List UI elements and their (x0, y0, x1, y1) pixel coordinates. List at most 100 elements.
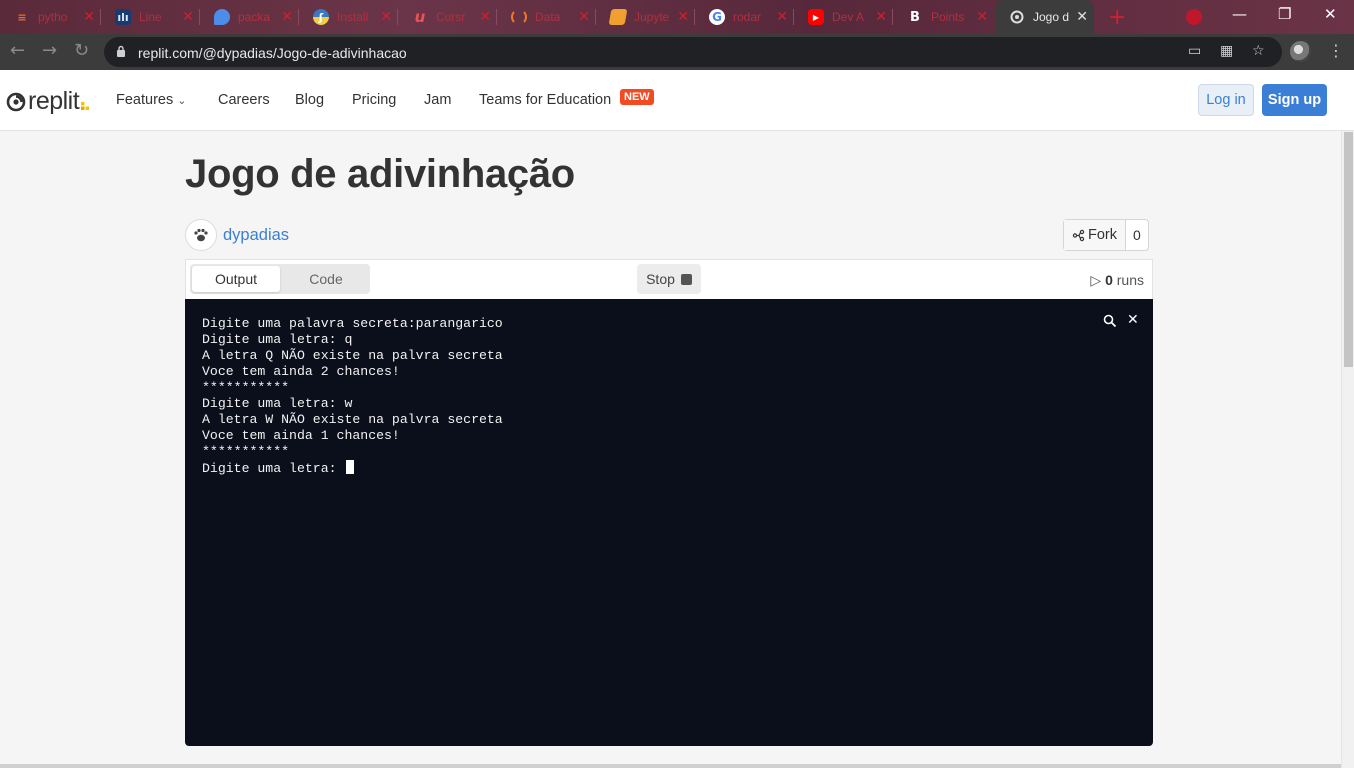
replit-logo[interactable]: replit (6, 87, 90, 116)
nav-jam[interactable]: Jam (424, 92, 451, 108)
nav-pricing[interactable]: Pricing (352, 92, 396, 108)
cast-icon[interactable]: ▭ (1188, 43, 1201, 59)
console-line: Voce tem ainda 1 chances! (202, 428, 400, 443)
console-line: Digite uma palavra secreta:parangarico (202, 316, 503, 331)
runs-counter: ▷ 0 runs (1090, 272, 1144, 289)
author-avatar[interactable] (185, 219, 217, 251)
browser-tab[interactable]: packa ✕ (200, 0, 299, 34)
tab-close-icon[interactable]: ✕ (281, 9, 293, 25)
tab-close-icon[interactable]: ✕ (1076, 9, 1088, 25)
tab-close-icon[interactable]: ✕ (578, 9, 590, 25)
fork-icon (1072, 229, 1085, 241)
tab-code[interactable]: Code (284, 266, 368, 292)
tab-close-icon[interactable]: ✕ (182, 9, 194, 25)
nav-teams-for-education[interactable]: Teams for Education (479, 92, 611, 108)
console-line: Digite uma letra: w (202, 396, 353, 411)
reload-icon[interactable]: ↻ (74, 40, 89, 61)
qr-code-icon[interactable]: ▦ (1220, 43, 1233, 59)
stop-label: Stop (646, 271, 675, 287)
tab-close-icon[interactable]: ✕ (776, 9, 788, 25)
browser-tab[interactable]: ʃ Install ✕ (299, 0, 398, 34)
browser-tab-strip: ≡ pytho ✕ ılı Line ✕ packa ✕ ʃ Install ✕… (0, 0, 1354, 34)
browser-tab-title: rodar (733, 10, 762, 24)
stop-button[interactable]: Stop (637, 264, 701, 294)
browser-tab[interactable]: Data ✕ (497, 0, 596, 34)
tab-close-icon[interactable]: ✕ (976, 9, 988, 25)
browser-tab[interactable]: Jupyte ✕ (596, 0, 695, 34)
replit-icon (1009, 9, 1025, 25)
login-button[interactable]: Log in (1198, 84, 1254, 116)
menu-kebab-icon[interactable]: ⋮ (1328, 41, 1344, 60)
browser-tab[interactable]: ▶ Dev A ✕ (794, 0, 893, 34)
minimize-icon[interactable]: — (1232, 5, 1247, 23)
author-link[interactable]: dypadias (223, 226, 289, 245)
back-icon[interactable]: ← (10, 40, 25, 61)
tab-close-icon[interactable]: ✕ (875, 9, 887, 25)
browser-tab-active[interactable]: Jogo d ✕ (995, 0, 1094, 34)
chat-icon (214, 9, 230, 25)
browser-tab-title: pytho (38, 10, 68, 24)
console-line: Digite uma letra: q (202, 332, 353, 347)
repl-toolbar: Output Code Stop ▷ 0 runs (185, 259, 1153, 299)
replit-logo-text: replit (28, 87, 80, 115)
browser-tab[interactable]: G rodar ✕ (695, 0, 794, 34)
site-header: replit Features ⌄ Careers Blog Pricing Ja… (0, 70, 1354, 131)
youtube-icon: ▶ (808, 9, 824, 25)
console-output[interactable]: Digite uma palavra secreta:parangarico D… (185, 299, 1153, 746)
console-line: *********** (202, 380, 290, 395)
text-cursor (346, 460, 355, 474)
browser-tab[interactable]: u Cursr ✕ (398, 0, 497, 34)
jupyter-icon (511, 9, 527, 25)
nav-careers[interactable]: Careers (218, 92, 270, 108)
browser-tab-title: Install (337, 10, 369, 24)
console-lines: Digite uma palavra secreta:parangarico D… (202, 316, 503, 476)
google-icon: G (709, 9, 725, 25)
record-icon[interactable] (1186, 9, 1202, 25)
new-tab-icon[interactable]: + (1108, 5, 1126, 30)
fork-count: 0 (1133, 227, 1141, 243)
browser-tab[interactable]: ılı Line ✕ (101, 0, 200, 34)
tab-close-icon[interactable]: ✕ (479, 9, 491, 25)
browser-tab[interactable]: ≡ pytho ✕ (0, 0, 101, 34)
console-prompt: Digite uma letra: (202, 461, 345, 476)
close-icon[interactable]: ✕ (1127, 312, 1139, 328)
address-bar[interactable]: replit.com/@dypadias/Jogo-de-adivinhacao… (104, 37, 1282, 67)
tab-close-icon[interactable]: ✕ (677, 9, 689, 25)
browser-tab[interactable]: B Points ✕ (893, 0, 994, 34)
chart-icon: ılı (115, 9, 131, 25)
profile-avatar[interactable] (1290, 41, 1311, 62)
runs-count: 0 (1105, 272, 1113, 288)
browser-tab-title: Points (931, 10, 965, 24)
browser-tab-title: Dev A (832, 10, 865, 24)
browser-toolbar: ← → ↻ replit.com/@dypadias/Jogo-de-adivi… (0, 34, 1354, 70)
bookmark-star-icon[interactable]: ☆ (1252, 43, 1265, 59)
nav-blog[interactable]: Blog (295, 92, 324, 108)
nav-features-label: Features (116, 92, 174, 108)
close-window-icon[interactable]: ✕ (1324, 5, 1337, 23)
tab-output[interactable]: Output (192, 266, 280, 292)
replit-logo-icon (6, 92, 26, 111)
browser-tab-title: Jogo d (1033, 10, 1070, 24)
udemy-icon: u (414, 8, 426, 26)
tab-close-icon[interactable]: ✕ (83, 9, 95, 25)
console-line: Voce tem ainda 2 chances! (202, 364, 400, 379)
console-input-line[interactable]: Digite uma letra: (202, 460, 503, 476)
tab-close-icon[interactable]: ✕ (380, 9, 392, 25)
browser-tab-title: Cursr (436, 10, 466, 24)
page-bottom-edge (0, 764, 1341, 768)
fork-button[interactable]: Fork (1064, 220, 1126, 250)
restore-icon[interactable]: ❐ (1278, 5, 1291, 23)
nav-features[interactable]: Features ⌄ (116, 92, 186, 108)
play-outline-icon: ▷ (1090, 273, 1102, 289)
lock-icon (117, 45, 125, 57)
bootstrap-icon: B (910, 9, 920, 25)
search-icon[interactable] (1103, 314, 1117, 328)
book-icon (608, 9, 628, 25)
forward-icon[interactable]: → (42, 40, 57, 61)
runs-label: runs (1116, 272, 1144, 288)
signup-button[interactable]: Sign up (1262, 84, 1327, 116)
stop-square-icon (680, 273, 692, 285)
scrollbar-thumb[interactable] (1344, 132, 1353, 367)
page-title: Jogo de adivinhação (185, 152, 575, 196)
page-scrollbar[interactable] (1341, 131, 1354, 768)
